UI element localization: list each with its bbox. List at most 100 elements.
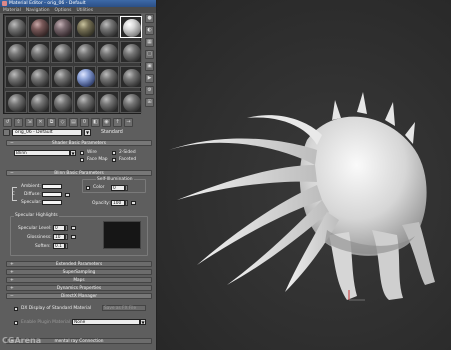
rollout-maps[interactable]: + Maps bbox=[6, 277, 152, 283]
menu-navigation[interactable]: Navigation bbox=[26, 8, 50, 13]
faceted-checkbox[interactable] bbox=[112, 158, 116, 162]
shader-dropdown-icon[interactable]: ▼ bbox=[70, 150, 76, 156]
get-material-icon[interactable]: ↺ bbox=[3, 117, 12, 127]
sample-slot[interactable] bbox=[120, 66, 142, 88]
menu-utilities[interactable]: Utilities bbox=[76, 8, 93, 13]
specular-highlights-title: Specular Highlights bbox=[14, 213, 59, 218]
plugin-material-select[interactable]: None bbox=[72, 319, 140, 325]
sample-slot[interactable] bbox=[51, 16, 73, 38]
diffuse-color-swatch[interactable] bbox=[42, 192, 62, 197]
material-ball-icon bbox=[77, 69, 95, 87]
sample-slot[interactable] bbox=[97, 91, 119, 113]
dx-display-checkbox[interactable] bbox=[14, 307, 18, 311]
sample-slot[interactable] bbox=[51, 41, 73, 63]
two-sided-checkbox[interactable] bbox=[112, 151, 116, 155]
go-parent-icon[interactable]: ↑ bbox=[113, 117, 122, 127]
material-name-field[interactable]: orig_06 - Default bbox=[12, 128, 82, 136]
sample-slot[interactable] bbox=[28, 91, 50, 113]
effects-channel-icon[interactable]: 0 bbox=[80, 117, 89, 127]
sample-slot[interactable] bbox=[28, 16, 50, 38]
glossiness-label: Glossiness: bbox=[27, 235, 52, 240]
self-illum-color-checkbox[interactable] bbox=[86, 186, 90, 190]
material-type-button[interactable]: Standard bbox=[101, 130, 123, 135]
soften-input[interactable]: 0.1 bbox=[53, 243, 65, 249]
sample-slot[interactable] bbox=[97, 41, 119, 63]
sample-slot[interactable] bbox=[97, 16, 119, 38]
sample-slot[interactable] bbox=[28, 66, 50, 88]
sample-slot[interactable] bbox=[51, 91, 73, 113]
sample-slot[interactable] bbox=[5, 66, 27, 88]
library-icon[interactable]: ▤ bbox=[69, 117, 78, 127]
soften-spinner[interactable] bbox=[65, 243, 68, 249]
specular-level-map-button[interactable] bbox=[71, 226, 76, 230]
side-toolbar: ● ◐ ▦ □ ▣ ▶ ⚙ ⊞ bbox=[143, 14, 156, 114]
show-end-result-icon[interactable]: ◉ bbox=[102, 117, 111, 127]
ambient-color-swatch[interactable] bbox=[42, 184, 62, 189]
rollout-directx-manager[interactable]: − DirectX Manager bbox=[6, 293, 152, 299]
self-illum-spinner[interactable] bbox=[125, 185, 128, 191]
material-ball-icon bbox=[100, 19, 118, 37]
put-to-scene-icon[interactable]: ⇧ bbox=[14, 117, 23, 127]
rollout-shader-basic[interactable]: − Shader Basic Parameters bbox=[6, 140, 152, 146]
wire-checkbox[interactable] bbox=[80, 151, 84, 155]
material-dropdown-button[interactable]: ▼ bbox=[84, 128, 91, 136]
save-as-fx-button[interactable]: Save as FX File bbox=[102, 305, 146, 311]
go-sibling-icon[interactable]: → bbox=[124, 117, 133, 127]
opacity-spinner[interactable] bbox=[125, 200, 128, 206]
sample-slot[interactable] bbox=[74, 91, 96, 113]
select-by-material-icon[interactable]: ⊞ bbox=[145, 98, 154, 107]
glossiness-map-button[interactable] bbox=[71, 235, 76, 239]
opacity-map-button[interactable] bbox=[131, 201, 136, 205]
self-illum-color-input[interactable]: 0 bbox=[111, 185, 125, 191]
sample-slot[interactable] bbox=[5, 41, 27, 63]
options-icon[interactable]: ⚙ bbox=[145, 86, 154, 95]
rollout-dynamics-properties[interactable]: + Dynamics Properties bbox=[6, 285, 152, 291]
reset-icon[interactable]: ✕ bbox=[36, 117, 45, 127]
sample-slot[interactable] bbox=[120, 91, 142, 113]
menu-options[interactable]: Options bbox=[55, 8, 72, 13]
face-map-checkbox[interactable] bbox=[80, 158, 84, 162]
copy-icon[interactable]: ⧉ bbox=[47, 117, 56, 127]
specular-level-spinner[interactable] bbox=[65, 225, 68, 231]
sample-slot[interactable] bbox=[74, 16, 96, 38]
material-ball-icon bbox=[100, 69, 118, 87]
sample-slot[interactable] bbox=[74, 41, 96, 63]
sample-slot[interactable] bbox=[97, 66, 119, 88]
specular-color-swatch[interactable] bbox=[42, 200, 62, 205]
sample-uv-icon[interactable]: □ bbox=[145, 50, 154, 59]
sample-type-icon[interactable]: ● bbox=[145, 14, 154, 23]
sample-slot[interactable] bbox=[51, 66, 73, 88]
sample-slot[interactable] bbox=[5, 91, 27, 113]
rollout-supersampling[interactable]: + SuperSampling bbox=[6, 269, 152, 275]
glossiness-spinner[interactable] bbox=[65, 234, 68, 240]
sample-slot[interactable] bbox=[28, 41, 50, 63]
background-icon[interactable]: ▦ bbox=[145, 38, 154, 47]
unique-icon[interactable]: ◇ bbox=[58, 117, 67, 127]
sample-slot[interactable] bbox=[120, 41, 142, 63]
rollout-expand-icon: + bbox=[10, 270, 14, 275]
glossiness-input[interactable]: 10 bbox=[53, 234, 65, 240]
rollout-title: Dynamics Properties bbox=[56, 286, 102, 291]
sample-slot[interactable] bbox=[74, 66, 96, 88]
specular-level-input[interactable]: 0 bbox=[53, 225, 65, 231]
viewport-3d[interactable] bbox=[157, 0, 451, 350]
rollout-extended-parameters[interactable]: + Extended Parameters bbox=[6, 261, 152, 267]
video-color-icon[interactable]: ▣ bbox=[145, 62, 154, 71]
diffuse-map-button[interactable] bbox=[65, 193, 70, 197]
sample-slot[interactable] bbox=[5, 16, 27, 38]
wire-label: Wire bbox=[87, 150, 97, 155]
opacity-input[interactable]: 100 bbox=[111, 200, 125, 206]
make-preview-icon[interactable]: ▶ bbox=[145, 74, 154, 83]
rollout-blinn-basic[interactable]: − Blinn Basic Parameters bbox=[6, 170, 152, 176]
menu-material[interactable]: Material bbox=[3, 8, 21, 13]
shader-type-select[interactable]: Blinn bbox=[14, 150, 70, 156]
backlight-icon[interactable]: ◐ bbox=[145, 26, 154, 35]
sample-slot[interactable] bbox=[120, 16, 142, 38]
self-illumination-title: Self-Illumination bbox=[96, 177, 134, 182]
enable-plugin-checkbox[interactable] bbox=[14, 321, 18, 325]
plugin-dropdown-icon[interactable]: ▼ bbox=[140, 319, 146, 325]
assign-material-icon[interactable]: ⇲ bbox=[25, 117, 34, 127]
pick-material-icon[interactable] bbox=[3, 128, 10, 136]
show-map-icon[interactable]: ◧ bbox=[91, 117, 100, 127]
material-ball-icon bbox=[8, 44, 26, 62]
